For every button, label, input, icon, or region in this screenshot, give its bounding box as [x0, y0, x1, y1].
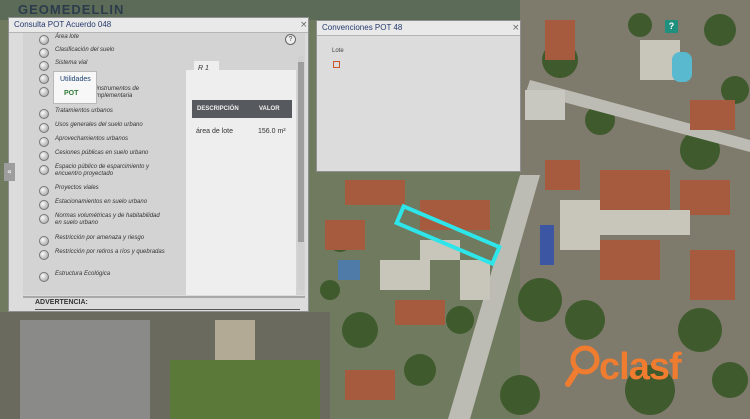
consulta-pot-panel: Consulta POT Acuerdo 048 × « Área lote C…: [4, 17, 309, 312]
table-cell: área de lote: [196, 128, 233, 135]
lote-legend-swatch: [333, 61, 340, 68]
radio-icon[interactable]: [39, 236, 49, 246]
radio-icon[interactable]: [39, 250, 49, 260]
menu-item-utilidades[interactable]: Utilidades: [60, 76, 91, 83]
vertical-scrollbar[interactable]: [298, 56, 304, 290]
map-help-button[interactable]: ?: [665, 20, 678, 33]
layer-label: Restricción por retiros a ríos y quebrad…: [55, 249, 165, 255]
result-card: R 1 DESCRIPCIÓN VALOR área de lote 156.0…: [186, 61, 296, 295]
layer-label: Normas volumétricas y de habitabilidad e…: [55, 213, 160, 226]
radio-icon[interactable]: [39, 87, 49, 97]
close-icon[interactable]: ×: [512, 23, 520, 33]
watermark-text: clasf: [599, 345, 682, 388]
layer-label: Estacionamientos en suelo urbano: [55, 199, 148, 205]
result-table-header: DESCRIPCIÓN VALOR: [192, 100, 292, 118]
layer-label: Cesiones públicas en suelo urbano: [55, 150, 149, 156]
layer-item[interactable]: Restricción por amenaza y riesgo: [39, 235, 165, 246]
layer-label: Sistema vial: [55, 60, 88, 66]
layer-item[interactable]: Área lote: [39, 34, 165, 45]
layer-item[interactable]: Sistema vial: [39, 60, 165, 71]
radio-icon[interactable]: [39, 61, 49, 71]
close-icon[interactable]: ×: [300, 20, 308, 30]
layer-label: Estructura Ecológica: [55, 271, 111, 277]
menu-item-pot[interactable]: POT: [64, 90, 78, 97]
divider: [23, 296, 305, 298]
radio-icon[interactable]: [39, 48, 49, 58]
convenciones-panel: Convenciones POT 48 × Lote: [316, 20, 521, 172]
layer-label: Clasificación del suelo: [55, 47, 115, 53]
panel-title: Convenciones POT 48: [317, 21, 520, 36]
magnifier-icon: [565, 345, 600, 387]
legend-label: Lote: [332, 48, 344, 54]
column-header: VALOR: [259, 106, 280, 112]
scrollbar-thumb[interactable]: [298, 62, 304, 242]
radio-icon[interactable]: [39, 74, 49, 84]
layer-label: Área lote: [55, 34, 80, 40]
layer-item[interactable]: Tratamientos urbanos: [39, 108, 165, 119]
layer-label: Tratamientos urbanos: [55, 108, 113, 114]
advertencia-heading: ADVERTENCIA:: [35, 299, 88, 306]
layer-label: Proyectos viales: [55, 185, 99, 191]
layer-item[interactable]: Aprovechamientos urbanos: [39, 136, 165, 147]
layer-item[interactable]: Proyectos viales: [39, 185, 165, 196]
layer-item[interactable]: Estructura Ecológica: [39, 271, 165, 282]
radio-icon[interactable]: [39, 272, 49, 282]
layer-item[interactable]: Usos generales del suelo urbano: [39, 122, 165, 133]
radio-icon[interactable]: [39, 214, 49, 224]
radio-icon[interactable]: [39, 35, 49, 45]
layer-item[interactable]: Estacionamientos en suelo urbano: [39, 199, 165, 210]
panel-title: Consulta POT Acuerdo 048: [9, 18, 308, 33]
app-brand: GEOMEDELLIN: [18, 2, 125, 17]
layer-label: Restricción por amenaza y riesgo: [55, 235, 145, 241]
radio-icon[interactable]: [39, 200, 49, 210]
layer-item[interactable]: Restricción por retiros a ríos y quebrad…: [39, 249, 165, 260]
radio-icon[interactable]: [39, 186, 49, 196]
layer-item[interactable]: Normas volumétricas y de habitabilidad e…: [39, 213, 165, 227]
divider: [35, 309, 300, 310]
radio-icon[interactable]: [39, 123, 49, 133]
table-row: área de lote 156.0 m²: [192, 128, 292, 135]
layer-label: Aprovechamientos urbanos: [55, 136, 129, 142]
collapse-tab[interactable]: «: [4, 163, 15, 181]
layer-item[interactable]: Clasificación del suelo: [39, 47, 165, 58]
layer-item[interactable]: Espacio público de esparcimiento y encue…: [39, 164, 165, 178]
help-icon[interactable]: ?: [285, 34, 296, 45]
watermark: clasf: [565, 344, 682, 390]
column-header: DESCRIPCIÓN: [197, 106, 239, 112]
radio-icon[interactable]: [39, 151, 49, 161]
result-tab[interactable]: R 1: [194, 61, 219, 79]
layer-item[interactable]: Cesiones públicas en suelo urbano: [39, 150, 165, 161]
radio-icon[interactable]: [39, 137, 49, 147]
table-cell: 156.0 m²: [258, 128, 286, 135]
radio-icon[interactable]: [39, 165, 49, 175]
radio-icon[interactable]: [39, 109, 49, 119]
layer-label: Espacio público de esparcimiento y encue…: [55, 164, 150, 177]
utilities-menu: Utilidades POT: [53, 71, 97, 104]
layer-label: Usos generales del suelo urbano: [55, 122, 143, 128]
